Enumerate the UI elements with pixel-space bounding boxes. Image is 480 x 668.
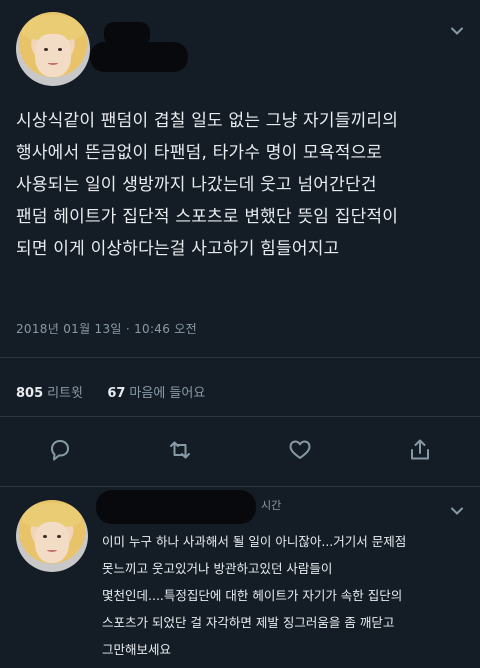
likes-label: 마음에 들어요 [129,386,206,401]
chevron-down-icon[interactable] [450,24,464,38]
tweet-stats: 805 리트윗 67 마음에 들어요 [16,382,205,401]
tweet-line: 되면 이게 이상하다는걸 사고하기 힘들어지고 [16,239,340,259]
reply-line: 못느끼고 웃고있거나 방관하고있던 사람들이 [102,561,333,576]
reply-line: 스포츠가 되었단 걸 자각하면 제발 징그러움을 좀 깨닫고 [102,615,395,630]
likes-stat[interactable]: 67 마음에 들어요 [107,386,205,401]
reply-text: 이미 누구 하나 사과해서 될 일이 아니잖아...거기서 문제점 못느끼고 웃… [102,528,472,663]
tweet-text: 시상식같이 팬덤이 겹칠 일도 없는 그냥 자기들끼리의 행사에서 뜬금없이 타… [16,105,466,265]
likes-count: 67 [107,386,126,401]
tweet-timestamp[interactable]: 2018년 01월 13일 · 10:46 오전 [16,320,197,337]
reply-button[interactable] [46,436,74,464]
retweet-button[interactable] [166,436,194,464]
retweets-stat[interactable]: 805 리트윗 [16,386,83,401]
heart-icon [289,440,311,459]
reply-line: 그만해보세요 [102,642,172,657]
reply-line: 이미 누구 하나 사과해서 될 일이 아니잖아...거기서 문제점 [102,534,407,549]
reply-author-avatar[interactable] [16,500,88,572]
retweet-icon [170,441,190,459]
share-icon [411,439,429,460]
share-button[interactable] [406,436,434,464]
reply-icon [51,440,69,461]
reply-line: 몇천인데....특정집단에 대한 헤이트가 자기가 속한 집단의 [102,588,403,603]
author-avatar[interactable] [16,12,90,86]
chevron-down-icon[interactable] [450,504,464,518]
retweets-count: 805 [16,386,44,401]
tweet-line: 시상식같이 팬덤이 겹칠 일도 없는 그냥 자기들끼리의 [16,111,399,131]
tweet-line: 사용되는 일이 생방까지 나갔는데 웃고 넘어간단건 [16,175,377,195]
tweet-line: 팬덤 헤이트가 집단적 스포츠로 변했단 뜻임 집단적이 [16,207,399,227]
redacted-reply-author [96,490,256,524]
tweet-line: 행사에서 뜬금없이 타팬덤, 타가수 명이 모욕적으로 [16,143,383,163]
reply-timestamp[interactable]: 시간 [261,497,281,513]
divider [0,416,480,417]
redacted-author-handle [90,42,188,72]
divider [0,486,480,487]
retweets-label: 리트윗 [47,386,84,401]
like-button[interactable] [286,436,314,464]
divider [0,357,480,358]
